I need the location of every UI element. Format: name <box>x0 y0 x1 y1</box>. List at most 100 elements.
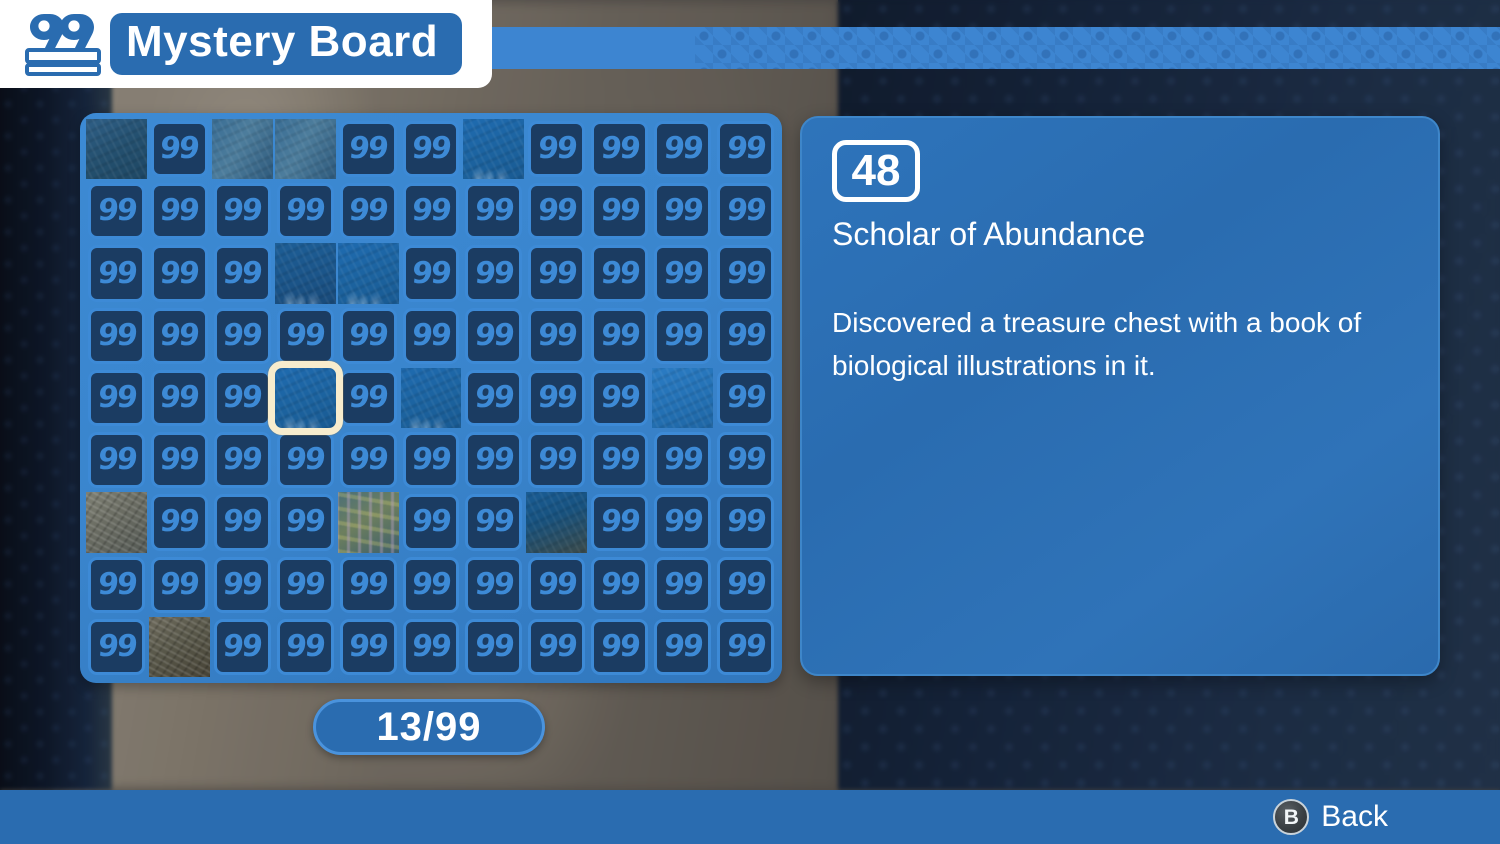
board-tile[interactable]: 99 <box>401 243 462 303</box>
board-tile[interactable]: 99 <box>715 243 776 303</box>
board-tile[interactable]: 99 <box>212 492 273 552</box>
board-tile[interactable]: 99 <box>275 181 336 241</box>
board-tile-hidden[interactable]: 99 <box>150 494 208 551</box>
board-tile-hidden[interactable]: 99 <box>717 307 774 364</box>
board-tile[interactable]: 99 <box>715 555 776 615</box>
board-tile[interactable]: 99 <box>526 306 587 366</box>
board-tile[interactable] <box>267 360 343 436</box>
board-tile-hidden[interactable]: 99 <box>88 245 145 302</box>
board-tile[interactable] <box>337 492 399 553</box>
board-tile-revealed[interactable] <box>211 119 273 180</box>
board-tile-hidden[interactable]: 99 <box>339 556 397 613</box>
board-tile[interactable]: 99 <box>463 617 524 677</box>
board-tile[interactable]: 99 <box>652 181 713 241</box>
board-tile-hidden[interactable]: 99 <box>465 618 523 675</box>
board-tile-hidden[interactable]: 99 <box>402 121 460 178</box>
board-tile-hidden[interactable]: 99 <box>465 556 523 613</box>
board-tile[interactable]: 99 <box>589 617 650 677</box>
board-tile-hidden[interactable]: 99 <box>88 369 145 427</box>
board-tile[interactable]: 99 <box>463 306 524 366</box>
board-tile[interactable]: 99 <box>275 617 336 677</box>
board-tile-hidden[interactable]: 99 <box>528 369 586 427</box>
board-tile-hidden[interactable]: 99 <box>591 618 649 675</box>
board-tile[interactable]: 99 <box>589 306 650 366</box>
board-tile-hidden[interactable]: 99 <box>654 183 712 240</box>
board-tile-hidden[interactable]: 99 <box>591 245 649 302</box>
board-tile[interactable]: 99 <box>589 555 650 615</box>
board-tile[interactable]: 99 <box>526 243 587 303</box>
board-tile-hidden[interactable]: 99 <box>717 556 774 613</box>
board-tile-revealed[interactable] <box>400 367 462 429</box>
board-tile-hidden[interactable]: 99 <box>591 307 649 364</box>
board-tile[interactable]: 99 <box>589 119 650 179</box>
board-tile-hidden[interactable]: 99 <box>213 245 271 302</box>
board-tile[interactable]: 99 <box>401 306 462 366</box>
board-tile[interactable]: 99 <box>338 555 399 615</box>
board-tile-hidden[interactable]: 99 <box>276 432 334 489</box>
board-tile-hidden[interactable]: 99 <box>213 432 271 489</box>
mystery-board[interactable]: 99 99 99 99 99 99 99 99 99 99 99 99 99 99 99 99 99 99 99 99… <box>80 113 782 683</box>
board-tile-hidden[interactable]: 99 <box>591 183 649 240</box>
mystery-board-grid[interactable]: 99 99 99 99 99 99 99 99 99 99 99 99 99 99 99 99 99 99 99 99… <box>86 119 776 677</box>
board-tile[interactable]: 99 <box>275 492 336 552</box>
board-tile[interactable] <box>526 492 588 553</box>
board-tile-hidden[interactable]: 99 <box>339 432 397 489</box>
board-tile[interactable]: 99 <box>338 306 399 366</box>
board-tile-hidden[interactable]: 99 <box>276 494 334 551</box>
board-tile[interactable]: 99 <box>652 243 713 303</box>
board-tile[interactable]: 99 <box>589 492 650 552</box>
board-tile-hidden[interactable]: 99 <box>528 245 586 302</box>
board-tile-hidden[interactable]: 99 <box>717 369 774 427</box>
board-tile-hidden[interactable]: 99 <box>528 432 586 489</box>
board-tile[interactable]: 99 <box>715 181 776 241</box>
board-tile[interactable]: 99 <box>338 617 399 677</box>
board-tile-hidden[interactable]: 99 <box>654 121 712 178</box>
board-tile[interactable] <box>463 119 525 180</box>
board-tile[interactable] <box>86 492 147 553</box>
board-tile-hidden[interactable]: 99 <box>276 556 334 613</box>
board-tile-hidden[interactable]: 99 <box>717 494 774 551</box>
board-tile-revealed[interactable] <box>463 119 525 180</box>
board-tile-hidden[interactable]: 99 <box>528 121 586 178</box>
board-tile[interactable]: 99 <box>401 181 462 241</box>
board-tile-hidden[interactable]: 99 <box>213 183 271 240</box>
board-tile-hidden[interactable]: 99 <box>150 369 208 427</box>
board-tile[interactable]: 99 <box>526 368 587 428</box>
board-tile[interactable]: 99 <box>149 368 210 428</box>
board-tile[interactable]: 99 <box>526 617 587 677</box>
board-tile[interactable]: 99 <box>338 181 399 241</box>
board-tile-hidden[interactable]: 99 <box>88 432 145 489</box>
board-tile-hidden[interactable]: 99 <box>213 556 271 613</box>
board-tile[interactable]: 99 <box>86 243 147 303</box>
board-tile-revealed[interactable] <box>148 616 210 677</box>
board-tile-hidden[interactable]: 99 <box>150 307 208 364</box>
board-tile-hidden[interactable]: 99 <box>402 245 460 302</box>
board-tile[interactable]: 99 <box>149 181 210 241</box>
board-tile-hidden[interactable]: 99 <box>528 618 586 675</box>
board-tile[interactable] <box>86 119 147 180</box>
board-tile-hidden[interactable]: 99 <box>654 432 712 489</box>
board-tile[interactable]: 99 <box>526 119 587 179</box>
board-tile[interactable] <box>337 243 399 304</box>
board-tile-hidden[interactable]: 99 <box>465 369 523 427</box>
board-tile-hidden[interactable]: 99 <box>276 618 334 675</box>
board-tile-hidden[interactable]: 99 <box>88 618 145 675</box>
board-tile[interactable] <box>274 119 336 180</box>
board-tile[interactable]: 99 <box>401 555 462 615</box>
board-tile[interactable]: 99 <box>463 243 524 303</box>
board-tile-hidden[interactable]: 99 <box>654 618 712 675</box>
board-tile[interactable]: 99 <box>212 181 273 241</box>
board-tile-hidden[interactable]: 99 <box>339 369 397 427</box>
board-tile-hidden[interactable]: 99 <box>339 618 397 675</box>
board-tile-hidden[interactable]: 99 <box>339 121 397 178</box>
board-tile[interactable]: 99 <box>526 555 587 615</box>
board-tile-hidden[interactable]: 99 <box>591 556 649 613</box>
board-tile[interactable]: 99 <box>715 430 776 490</box>
board-tile-hidden[interactable]: 99 <box>465 432 523 489</box>
board-tile-hidden[interactable]: 99 <box>654 307 712 364</box>
board-tile[interactable]: 99 <box>149 306 210 366</box>
board-tile[interactable]: 99 <box>212 368 273 428</box>
board-tile[interactable]: 99 <box>715 306 776 366</box>
board-tile[interactable]: 99 <box>715 617 776 677</box>
board-tile[interactable] <box>652 367 714 429</box>
